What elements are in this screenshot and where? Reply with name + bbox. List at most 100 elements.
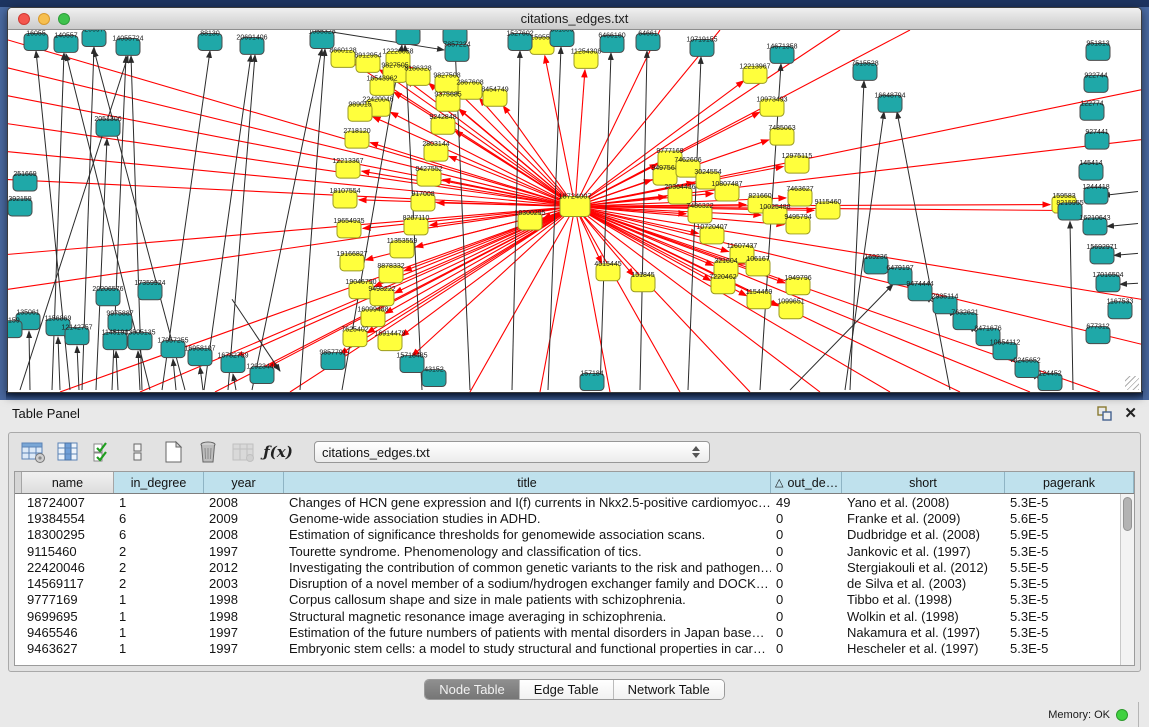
column-header-title[interactable]: title <box>284 472 771 493</box>
cell-out_de[interactable]: 0 <box>771 576 842 591</box>
cell-pagerank[interactable]: 5.3E-5 <box>1005 609 1134 624</box>
window-titlebar[interactable]: citations_edges.txt <box>8 8 1141 30</box>
cell-pagerank[interactable]: 5.5E-5 <box>1005 560 1134 575</box>
cell-title[interactable]: Estimation of significance thresholds fo… <box>284 527 771 542</box>
table-row[interactable]: 2242004622012Investigating the contribut… <box>15 559 1134 575</box>
table-row[interactable]: 946554611997Estimation of the future num… <box>15 624 1134 640</box>
cell-pagerank[interactable]: 5.3E-5 <box>1005 592 1134 607</box>
tab-network-table[interactable]: Network Table <box>614 680 724 699</box>
cell-out_de[interactable]: 0 <box>771 609 842 624</box>
cell-in_degree[interactable]: 1 <box>114 609 204 624</box>
network-graph[interactable]: 1830029586601288912954122260589827505165… <box>8 30 1141 392</box>
cell-short[interactable]: Dudbridge et al. (2008) <box>842 527 1005 542</box>
cell-name[interactable]: 18724007 <box>22 495 114 510</box>
cell-short[interactable]: Nakamura et al. (1997) <box>842 625 1005 640</box>
close-window-button[interactable] <box>18 13 30 25</box>
cell-short[interactable]: Jankovic et al. (1997) <box>842 544 1005 559</box>
cell-year[interactable]: 2008 <box>204 495 284 510</box>
cell-name[interactable]: 18300295 <box>22 527 114 542</box>
table-row[interactable]: 911546021997Tourette syndrome. Phenomeno… <box>15 543 1134 559</box>
cell-pagerank[interactable]: 5.6E-5 <box>1005 511 1134 526</box>
function-builder-icon[interactable]: ƒ(x) <box>265 440 291 464</box>
cell-short[interactable]: Franke et al. (2009) <box>842 511 1005 526</box>
cell-year[interactable]: 2009 <box>204 511 284 526</box>
cell-out_de[interactable]: 0 <box>771 560 842 575</box>
table-row[interactable]: 1456911722003Disruption of a novel membe… <box>15 575 1134 591</box>
memory-status-icon[interactable] <box>1116 709 1128 721</box>
table-row[interactable]: 1830029562008Estimation of significance … <box>15 527 1134 543</box>
cell-title[interactable]: Embryonic stem cells: a model to study s… <box>284 641 771 656</box>
cell-in_degree[interactable]: 1 <box>114 625 204 640</box>
cell-year[interactable]: 1998 <box>204 609 284 624</box>
cell-title[interactable]: Tourette syndrome. Phenomenology and cla… <box>284 544 771 559</box>
cell-title[interactable]: Disruption of a novel member of a sodium… <box>284 576 771 591</box>
cell-name[interactable]: 19384554 <box>22 511 114 526</box>
rows-icon[interactable] <box>125 440 151 464</box>
cell-title[interactable]: Corpus callosum shape and size in male p… <box>284 592 771 607</box>
cell-in_degree[interactable]: 6 <box>114 511 204 526</box>
column-header-short[interactable]: short <box>842 472 1005 493</box>
table-mode-icon[interactable] <box>20 440 46 464</box>
cell-name[interactable]: 9777169 <box>22 592 114 607</box>
cell-year[interactable]: 1997 <box>204 625 284 640</box>
cell-pagerank[interactable]: 5.3E-5 <box>1005 495 1134 510</box>
graph-node[interactable] <box>396 30 420 44</box>
cell-pagerank[interactable]: 5.3E-5 <box>1005 576 1134 591</box>
column-header-out_de[interactable]: △out_de… <box>771 472 842 493</box>
cell-name[interactable]: 22420046 <box>22 560 114 575</box>
table-row[interactable]: 946362711997Embryonic stem cells: a mode… <box>15 641 1134 657</box>
cell-short[interactable]: Tibbo et al. (1998) <box>842 592 1005 607</box>
cell-year[interactable]: 2003 <box>204 576 284 591</box>
table-row[interactable]: 1938455462009Genome-wide association stu… <box>15 510 1134 526</box>
delete-table-icon[interactable] <box>195 440 221 464</box>
table-selector-dropdown[interactable]: citations_edges.txt <box>314 441 710 463</box>
cell-in_degree[interactable]: 2 <box>114 576 204 591</box>
cell-out_de[interactable]: 0 <box>771 544 842 559</box>
cell-out_de[interactable]: 0 <box>771 527 842 542</box>
cell-year[interactable]: 1997 <box>204 641 284 656</box>
cell-pagerank[interactable]: 5.9E-5 <box>1005 527 1134 542</box>
column-header-year[interactable]: year <box>204 472 284 493</box>
cell-year[interactable]: 2008 <box>204 527 284 542</box>
cell-short[interactable]: Hescheler et al. (1997) <box>842 641 1005 656</box>
cell-short[interactable]: Wolkin et al. (1998) <box>842 609 1005 624</box>
cell-in_degree[interactable]: 6 <box>114 527 204 542</box>
cell-out_de[interactable]: 0 <box>771 641 842 656</box>
tab-node-table[interactable]: Node Table <box>425 680 520 699</box>
cell-out_de[interactable]: 0 <box>771 592 842 607</box>
cell-in_degree[interactable]: 2 <box>114 544 204 559</box>
float-panel-icon[interactable] <box>1097 406 1112 421</box>
minimize-window-button[interactable] <box>38 13 50 25</box>
cell-in_degree[interactable]: 1 <box>114 641 204 656</box>
column-selector-icon[interactable] <box>55 440 81 464</box>
cell-name[interactable]: 14569117 <box>22 576 114 591</box>
cell-title[interactable]: Estimation of the future numbers of pati… <box>284 625 771 640</box>
cell-title[interactable]: Structural magnetic resonance image aver… <box>284 609 771 624</box>
cell-title[interactable]: Genome-wide association studies in ADHD. <box>284 511 771 526</box>
tab-edge-table[interactable]: Edge Table <box>520 680 614 699</box>
close-panel-icon[interactable]: ✕ <box>1124 406 1137 421</box>
cell-year[interactable]: 1997 <box>204 544 284 559</box>
cell-year[interactable]: 2012 <box>204 560 284 575</box>
cell-name[interactable]: 9699695 <box>22 609 114 624</box>
cell-pagerank[interactable]: 5.3E-5 <box>1005 544 1134 559</box>
new-table-icon[interactable] <box>160 440 186 464</box>
network-canvas[interactable]: 1830029586601288912954122260589827505165… <box>8 30 1141 392</box>
cell-short[interactable]: de Silva et al. (2003) <box>842 576 1005 591</box>
cell-pagerank[interactable]: 5.3E-5 <box>1005 641 1134 656</box>
cell-name[interactable]: 9465546 <box>22 625 114 640</box>
cell-pagerank[interactable]: 5.3E-5 <box>1005 625 1134 640</box>
scrollbar-thumb[interactable] <box>1123 497 1132 531</box>
cell-in_degree[interactable]: 1 <box>114 592 204 607</box>
table-row[interactable]: 977716911998Corpus callosum shape and si… <box>15 592 1134 608</box>
zoom-window-button[interactable] <box>58 13 70 25</box>
checklist-icon[interactable] <box>90 440 116 464</box>
table-row[interactable]: 969969511998Structural magnetic resonanc… <box>15 608 1134 624</box>
column-header-name[interactable]: name <box>22 472 114 493</box>
cell-name[interactable]: 9463627 <box>22 641 114 656</box>
cell-short[interactable]: Stergiakouli et al. (2012) <box>842 560 1005 575</box>
cell-out_de[interactable]: 49 <box>771 495 842 510</box>
vertical-scrollbar[interactable] <box>1120 494 1134 665</box>
cell-short[interactable]: Yano et al. (2008) <box>842 495 1005 510</box>
cell-out_de[interactable]: 0 <box>771 625 842 640</box>
